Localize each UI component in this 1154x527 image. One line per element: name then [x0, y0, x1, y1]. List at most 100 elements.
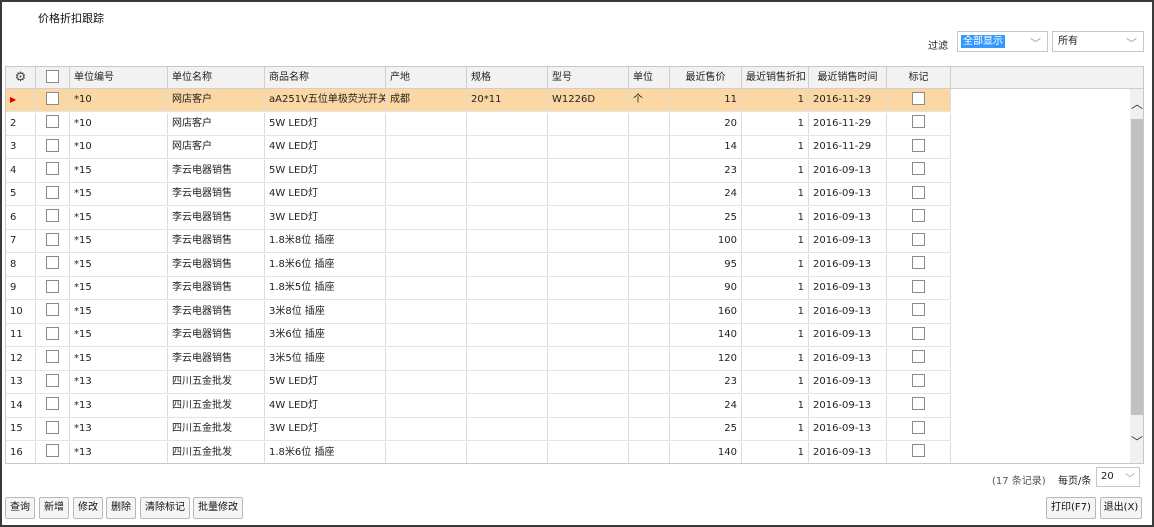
last-discount-cell: 1	[742, 418, 809, 440]
table-row[interactable]: 16 *13 四川五金批发 1.8米6位 插座 140 1 2016-09-13	[6, 441, 951, 463]
header-unit[interactable]: 单位	[629, 67, 670, 88]
model-cell	[548, 230, 629, 252]
filter-display-select[interactable]: 全部显示 ﹀	[957, 31, 1048, 52]
table-row[interactable]: 9 *15 李云电器销售 1.8米5位 插座 90 1 2016-09-13	[6, 277, 951, 300]
mark-checkbox[interactable]	[887, 253, 951, 276]
mark-checkbox[interactable]	[887, 183, 951, 205]
last-price-cell: 20	[670, 112, 742, 135]
row-checkbox[interactable]	[36, 324, 70, 346]
scrollbar-thumb[interactable]	[1131, 119, 1143, 415]
row-checkbox[interactable]	[36, 394, 70, 417]
row-checkbox[interactable]	[36, 418, 70, 440]
row-checkbox[interactable]	[36, 253, 70, 276]
row-checkbox[interactable]	[36, 183, 70, 205]
table-row[interactable]: 13 *13 四川五金批发 5W LED灯 23 1 2016-09-13	[6, 371, 951, 394]
batch-edit-button[interactable]: 批量修改	[193, 497, 243, 519]
mark-checkbox[interactable]	[887, 206, 951, 229]
print-button[interactable]: 打印(F7)	[1046, 497, 1096, 519]
mark-checkbox[interactable]	[887, 347, 951, 370]
unit-code-cell: *13	[70, 371, 168, 393]
vertical-scrollbar[interactable]: ︿ ﹀	[1130, 89, 1143, 463]
exit-button[interactable]: 退出(X)	[1100, 497, 1142, 519]
header-model[interactable]: 型号	[548, 67, 629, 88]
table-row[interactable]: 12 *15 李云电器销售 3米5位 插座 120 1 2016-09-13	[6, 347, 951, 371]
last-sale-time-cell: 2016-09-13	[809, 418, 887, 440]
unit-name-cell: 网店客户	[168, 136, 265, 158]
header-spec[interactable]: 规格	[467, 67, 548, 88]
last-discount-cell: 1	[742, 206, 809, 229]
clear-mark-button[interactable]: 清除标记	[140, 497, 190, 519]
row-index: 2	[6, 112, 36, 135]
table-row[interactable]: 10 *15 李云电器销售 3米8位 插座 160 1 2016-09-13	[6, 300, 951, 324]
row-checkbox[interactable]	[36, 159, 70, 182]
mark-checkbox[interactable]	[887, 418, 951, 440]
mark-checkbox[interactable]	[887, 136, 951, 158]
row-checkbox[interactable]	[36, 371, 70, 393]
table-row[interactable]: 2 *10 网店客户 5W LED灯 20 1 2016-11-29	[6, 112, 951, 136]
mark-checkbox[interactable]	[887, 89, 951, 111]
header-origin[interactable]: 产地	[386, 67, 467, 88]
model-cell	[548, 441, 629, 463]
table-row[interactable]: 6 *15 李云电器销售 3W LED灯 25 1 2016-09-13	[6, 206, 951, 230]
header-last-discount[interactable]: 最近销售折扣	[742, 67, 809, 88]
table-row[interactable]: ▶ *10 网店客户 aA251V五位单极荧光开关 成都 20*11 W1226D 个 11 1 2…	[6, 89, 951, 112]
row-checkbox[interactable]	[36, 136, 70, 158]
checkbox-box	[46, 115, 59, 128]
product-name-cell: 4W LED灯	[265, 136, 386, 158]
last-discount-cell: 1	[742, 183, 809, 205]
unit-cell	[629, 159, 670, 182]
checkbox-box	[46, 444, 59, 457]
filter-scope-select[interactable]: 所有 ﹀	[1052, 31, 1144, 52]
row-checkbox[interactable]	[36, 300, 70, 323]
last-price-cell: 95	[670, 253, 742, 276]
select-all-checkbox[interactable]	[36, 67, 70, 88]
table-row[interactable]: 15 *13 四川五金批发 3W LED灯 25 1 2016-09-13	[6, 418, 951, 441]
row-checkbox[interactable]	[36, 277, 70, 299]
unit-name-cell: 四川五金批发	[168, 394, 265, 417]
mark-checkbox[interactable]	[887, 394, 951, 417]
header-last-sale-time[interactable]: 最近销售时间	[809, 67, 887, 88]
table-row[interactable]: 7 *15 李云电器销售 1.8米8位 插座 100 1 2016-09-13	[6, 230, 951, 253]
row-checkbox[interactable]	[36, 230, 70, 252]
row-index: 4	[6, 159, 36, 182]
row-checkbox[interactable]	[36, 441, 70, 463]
mark-checkbox[interactable]	[887, 371, 951, 393]
query-button[interactable]: 查询	[5, 497, 35, 519]
last-price-cell: 90	[670, 277, 742, 299]
unit-name-cell: 李云电器销售	[168, 324, 265, 346]
row-checkbox[interactable]	[36, 206, 70, 229]
origin-cell	[386, 112, 467, 135]
mark-checkbox[interactable]	[887, 324, 951, 346]
row-checkbox[interactable]	[36, 112, 70, 135]
table-row[interactable]: 14 *13 四川五金批发 4W LED灯 24 1 2016-09-13	[6, 394, 951, 418]
row-checkbox[interactable]	[36, 347, 70, 370]
row-checkbox[interactable]	[36, 89, 70, 111]
header-unit-code[interactable]: 单位编号	[70, 67, 168, 88]
mark-checkbox[interactable]	[887, 441, 951, 463]
header-mark[interactable]: 标记	[887, 67, 951, 88]
spec-cell	[467, 159, 548, 182]
add-button[interactable]: 新增	[39, 497, 69, 519]
header-last-price[interactable]: 最近售价	[670, 67, 742, 88]
table-row[interactable]: 8 *15 李云电器销售 1.8米6位 插座 95 1 2016-09-13	[6, 253, 951, 277]
mark-checkbox[interactable]	[887, 230, 951, 252]
column-settings-button[interactable]: ⚙	[6, 67, 36, 88]
delete-button[interactable]: 删除	[106, 497, 136, 519]
scroll-up-icon[interactable]: ︿	[1130, 93, 1143, 115]
mark-checkbox[interactable]	[887, 277, 951, 299]
table-row[interactable]: 5 *15 李云电器销售 4W LED灯 24 1 2016-09-13	[6, 183, 951, 206]
table-row[interactable]: 11 *15 李云电器销售 3米6位 插座 140 1 2016-09-13	[6, 324, 951, 347]
row-index: 5	[6, 183, 36, 205]
per-page-select[interactable]: 20 ﹀	[1096, 467, 1140, 487]
table-row[interactable]: 3 *10 网店客户 4W LED灯 14 1 2016-11-29	[6, 136, 951, 159]
last-discount-cell: 1	[742, 324, 809, 346]
edit-button[interactable]: 修改	[73, 497, 103, 519]
header-product-name[interactable]: 商品名称	[265, 67, 386, 88]
mark-checkbox[interactable]	[887, 300, 951, 323]
checkbox-box	[46, 397, 59, 410]
header-unit-name[interactable]: 单位名称	[168, 67, 265, 88]
mark-checkbox[interactable]	[887, 159, 951, 182]
table-row[interactable]: 4 *15 李云电器销售 5W LED灯 23 1 2016-09-13	[6, 159, 951, 183]
mark-checkbox[interactable]	[887, 112, 951, 135]
scroll-down-icon[interactable]: ﹀	[1130, 431, 1143, 453]
